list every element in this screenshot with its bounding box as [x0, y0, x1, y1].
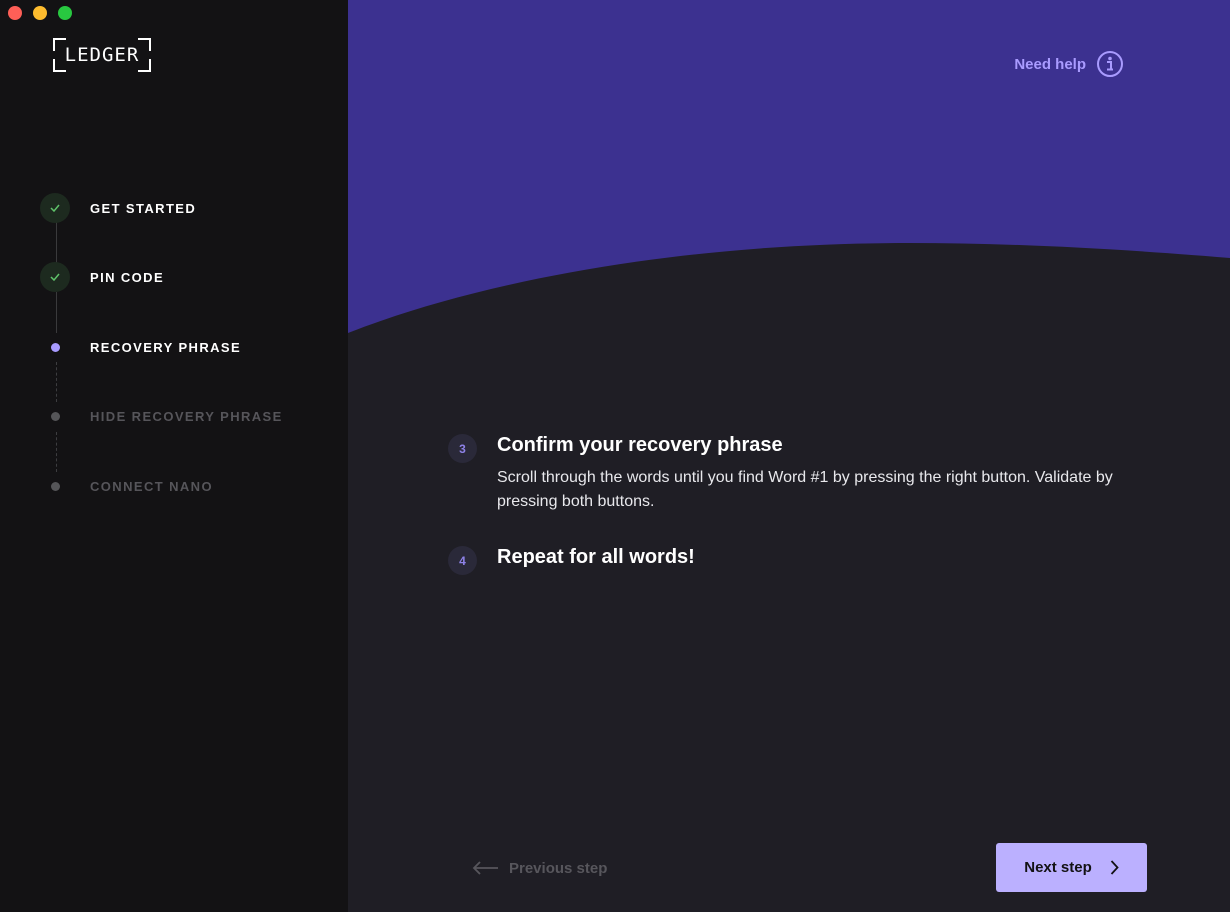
arrow-left-icon	[472, 861, 498, 875]
step-label: HIDE RECOVERY PHRASE	[90, 408, 283, 424]
step-label: PIN CODE	[90, 269, 165, 285]
ledger-logo: LEDGER	[53, 38, 151, 72]
pending-step-dot	[50, 411, 60, 421]
step-hide-recovery-phrase: HIDE RECOVERY PHRASE	[40, 401, 283, 431]
instruction-text: Scroll through the words until you find …	[497, 469, 1113, 510]
onboarding-sidebar: LEDGER GET STARTED PIN CODE RECOVERY PHR…	[0, 0, 348, 912]
previous-step-label: Previous step	[509, 859, 608, 877]
main-content: Need help 3 Confirm your recovery phrase…	[348, 0, 1230, 912]
need-help-label: Need help	[1014, 55, 1086, 73]
step-pin-code: PIN CODE	[40, 262, 164, 292]
instruction-title: Repeat for all words!	[497, 546, 695, 568]
instruction-item: 4 Repeat for all words!	[448, 544, 1148, 575]
chevron-right-icon	[1110, 860, 1119, 875]
minimize-window-button[interactable]	[33, 6, 47, 20]
need-help-link[interactable]: Need help	[1014, 50, 1124, 78]
instruction-number: 3	[448, 434, 477, 463]
check-icon	[40, 193, 70, 223]
step-label: GET STARTED	[90, 200, 197, 216]
info-circle-icon	[1097, 51, 1123, 77]
step-connect-nano: CONNECT NANO	[40, 471, 213, 501]
step-get-started: GET STARTED	[40, 193, 196, 223]
pending-step-dot	[50, 481, 60, 491]
window-controls	[8, 6, 72, 20]
step-connector	[56, 222, 57, 264]
logo-text: LEDGER	[64, 44, 140, 66]
step-connector	[56, 362, 57, 402]
maximize-window-button[interactable]	[58, 6, 72, 20]
step-label: CONNECT NANO	[90, 478, 213, 494]
step-connector	[56, 432, 57, 472]
close-window-button[interactable]	[8, 6, 22, 20]
next-step-label: Next step	[1024, 859, 1092, 876]
step-connector	[56, 292, 57, 333]
previous-step-button[interactable]: Previous step	[472, 855, 607, 881]
check-icon	[40, 262, 70, 292]
next-step-button[interactable]: Next step	[996, 843, 1147, 892]
step-label: RECOVERY PHRASE	[90, 339, 242, 355]
instruction-title: Confirm your recovery phrase	[497, 434, 783, 456]
active-step-dot	[50, 342, 60, 352]
instruction-item: 3 Confirm your recovery phrase Scroll th…	[448, 432, 1148, 514]
instruction-number: 4	[448, 546, 477, 575]
app-window: LEDGER GET STARTED PIN CODE RECOVERY PHR…	[0, 0, 1230, 912]
step-recovery-phrase: RECOVERY PHRASE	[40, 332, 241, 362]
instruction-list: 3 Confirm your recovery phrase Scroll th…	[448, 432, 1148, 605]
